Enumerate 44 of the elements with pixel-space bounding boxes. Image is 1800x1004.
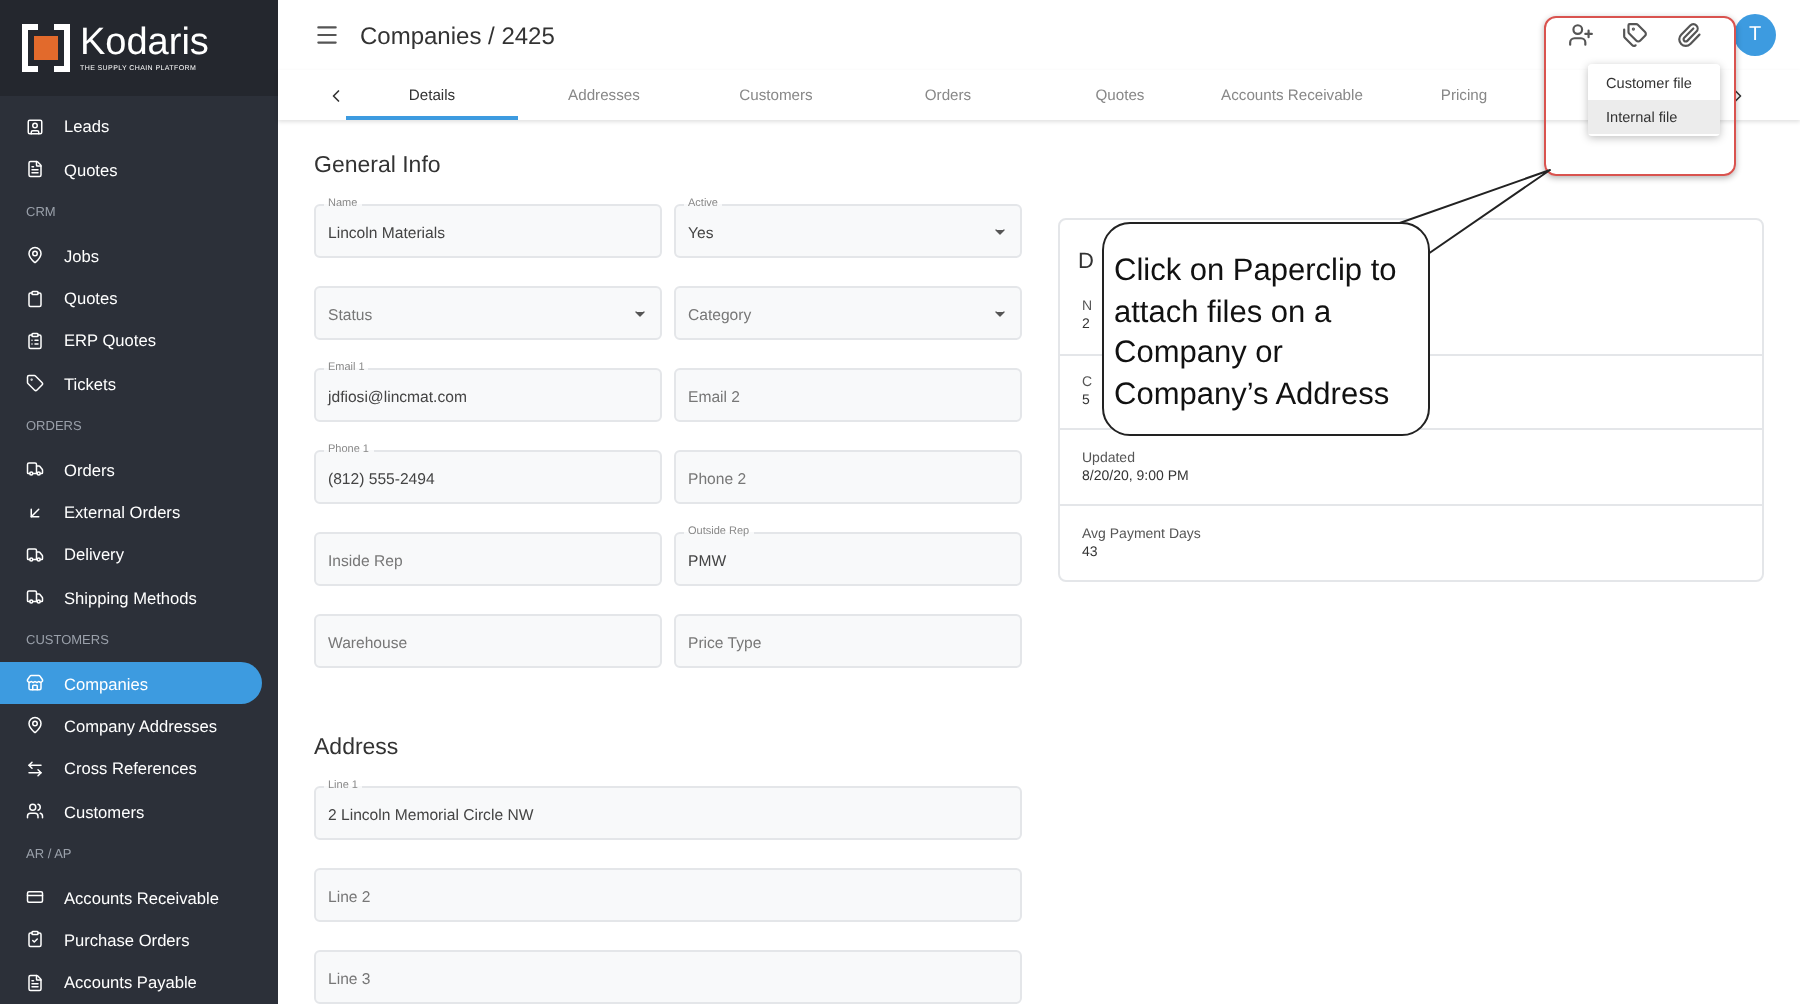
- document-icon: [26, 160, 44, 179]
- sidebar-item[interactable]: Cross References: [0, 747, 262, 791]
- sidebar-item[interactable]: Leads: [0, 105, 262, 149]
- store-icon: [26, 674, 44, 693]
- sidebar-item[interactable]: Delivery: [0, 533, 262, 577]
- menu-icon[interactable]: [314, 22, 340, 49]
- sidebar-item[interactable]: External Orders: [0, 490, 262, 534]
- pin-icon: [26, 716, 44, 735]
- sidebar-item[interactable]: Purchase Orders: [0, 918, 262, 962]
- pin-icon: [26, 246, 44, 265]
- swap-arrows-icon: [26, 759, 44, 778]
- sidebar-item[interactable]: Jobs: [0, 233, 262, 277]
- clipboard-icon: [26, 289, 44, 308]
- section-title: Address: [314, 736, 401, 760]
- sidebar-item[interactable]: Tickets: [0, 362, 262, 406]
- people-icon: [26, 802, 44, 821]
- sidebar-item[interactable]: Shipping Methods: [0, 576, 262, 619]
- sidebar-item[interactable]: Quotes: [0, 148, 262, 192]
- truck-icon: [26, 545, 44, 564]
- sidebar-item[interactable]: ERP Quotes: [0, 319, 262, 363]
- sidebar-item[interactable]: Company Addresses: [0, 704, 262, 748]
- truck-icon: [26, 588, 44, 607]
- tag-icon: [26, 374, 44, 393]
- clipboard-check-icon: [26, 930, 44, 949]
- sidebar-item[interactable]: Accounts Payable: [0, 961, 262, 1004]
- sidebar-item[interactable]: Accounts Receivable: [0, 875, 262, 919]
- tags-icon[interactable]: [1622, 22, 1648, 49]
- arrow-icon: [26, 503, 44, 521]
- sidebar-item[interactable]: Quotes: [0, 276, 262, 320]
- sidebar-item[interactable]: Customers: [0, 790, 262, 833]
- paperclip-icon[interactable]: [1676, 22, 1702, 49]
- callout: Click on Paperclip to attach files on a Company or Company’s Address: [1102, 222, 1430, 436]
- sidebar-item[interactable]: Orders: [0, 447, 262, 491]
- add-person-icon[interactable]: [1568, 22, 1594, 49]
- page-title: Companies / 2425: [360, 21, 555, 50]
- logo-name: Kodaris: [80, 23, 209, 64]
- truck-icon: [26, 460, 44, 479]
- clipboard-list-icon: [26, 331, 44, 350]
- user-card-icon: [26, 117, 44, 136]
- card-title: D: [1078, 249, 1094, 274]
- card-icon: [26, 888, 44, 907]
- logo-icon: [20, 21, 72, 74]
- section-title: General Info: [314, 154, 443, 178]
- document-icon: [26, 973, 44, 992]
